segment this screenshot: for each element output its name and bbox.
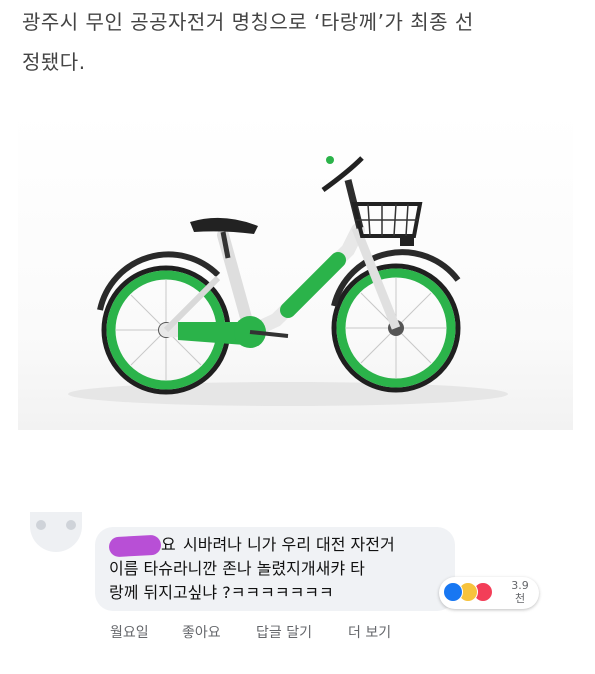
avatar-dot — [66, 520, 76, 530]
redacted-author-name — [108, 534, 162, 558]
bike-photo — [18, 110, 573, 430]
commenter-avatar[interactable] — [30, 512, 82, 552]
comment-time[interactable]: 월요일 — [110, 622, 149, 642]
like-link[interactable]: 좋아요 — [182, 622, 221, 642]
comment-text-line3: 랑께 뒤지고싶냐 ?ㅋㅋㅋㅋㅋㅋㅋ — [109, 583, 334, 602]
article-headline: 광주시 무인 공공자전거 명칭으로 ‘타랑께’가 최종 선 정됐다. — [22, 10, 474, 74]
see-more-link[interactable]: 더 보기 — [348, 622, 391, 642]
comment-bubble: 요 시바려나 니가 우리 대전 자전거 이름 타슈라니깐 존나 놀렸지개새캬 타… — [95, 527, 455, 611]
reply-link[interactable]: 답글 달기 — [256, 622, 312, 642]
comment-text-line2: 이름 타슈라니깐 존나 놀렸지개새캬 타 — [109, 559, 365, 578]
reaction-count: 3.9 천 — [511, 579, 529, 605]
comment-text-line1: 시바려나 니가 우리 대전 자전거 — [183, 535, 395, 554]
reaction-summary[interactable]: 3.9 천 — [439, 577, 539, 609]
like-icon — [443, 582, 463, 602]
bicycle-illustration — [68, 156, 508, 406]
avatar-dot — [36, 520, 46, 530]
